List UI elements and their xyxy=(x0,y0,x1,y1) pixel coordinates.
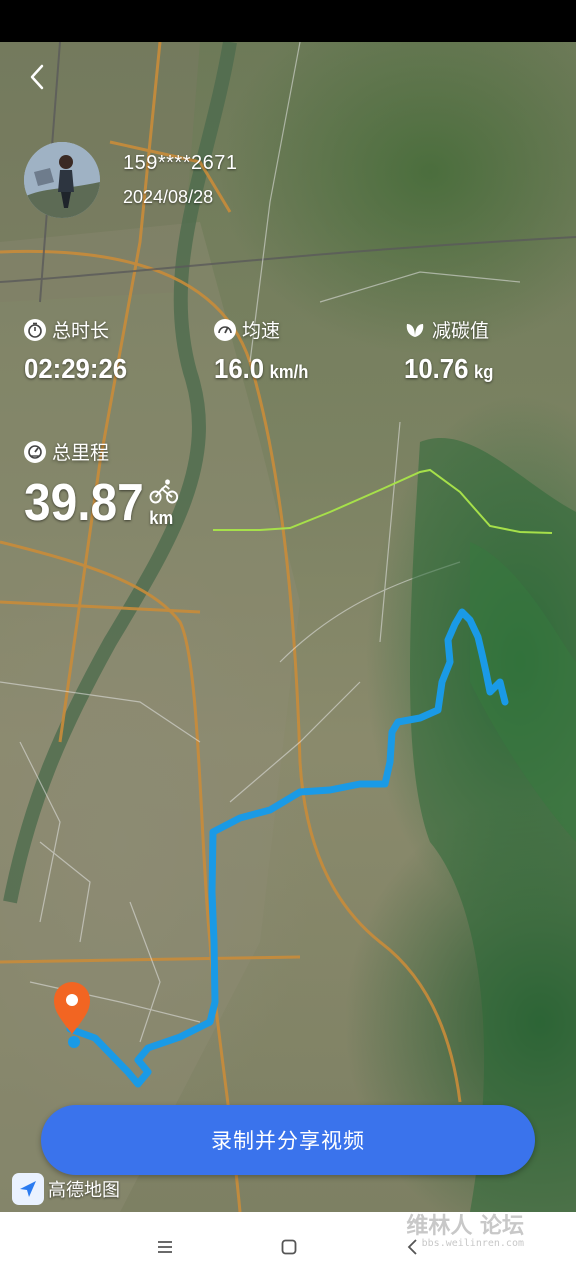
stat-value: 02:29:26 xyxy=(24,353,128,384)
stat-label: 总里程 xyxy=(52,442,110,464)
stopwatch-icon xyxy=(24,318,46,341)
stat-label: 总时长 xyxy=(52,320,110,342)
stat-value: 10.76 xyxy=(404,353,469,384)
stat-unit: km/h xyxy=(269,362,309,382)
stat-unit: km xyxy=(149,508,174,528)
watermark: 维林人 论坛 bbs.weilinren.com xyxy=(406,1215,524,1249)
back-button[interactable] xyxy=(22,62,52,92)
record-share-video-button[interactable]: 录制并分享视频 xyxy=(41,1105,535,1175)
watermark-title: 维林人 论坛 xyxy=(406,1213,524,1239)
leaf-icon xyxy=(404,321,426,339)
avatar-image xyxy=(24,142,100,218)
stat-total-time: 总时长 02:29:26 xyxy=(24,316,136,385)
stat-label: 均速 xyxy=(242,320,281,342)
menu-icon xyxy=(158,1241,172,1253)
map-provider-name: 高德地图 xyxy=(48,1180,120,1201)
status-bar xyxy=(0,0,576,42)
stat-unit: kg xyxy=(473,362,494,382)
ride-date: 2024/08/28 xyxy=(123,187,214,207)
home-square-icon xyxy=(281,1239,297,1255)
chevron-left-icon xyxy=(30,64,44,90)
stat-distance: 总里程 39.87 km xyxy=(24,438,192,533)
stat-avg-speed: 均速 16.0 km/h xyxy=(214,316,317,385)
odometer-icon xyxy=(24,440,46,463)
cycling-icon xyxy=(149,479,179,504)
stat-value: 39.87 xyxy=(24,474,144,532)
stat-label: 减碳值 xyxy=(432,320,490,342)
avatar[interactable] xyxy=(24,142,100,218)
amap-logo-icon xyxy=(12,1173,44,1205)
stat-carbon: 减碳值 10.76 kg xyxy=(404,316,501,385)
watermark-subtitle: bbs.weilinren.com xyxy=(421,1238,524,1249)
map-provider-logo: 高德地图 xyxy=(12,1173,120,1205)
map-background xyxy=(0,42,576,1212)
stat-value: 16.0 xyxy=(214,353,265,384)
user-phone: 159****2671 xyxy=(123,152,238,174)
map-view[interactable] xyxy=(0,42,576,1212)
speedometer-icon xyxy=(214,318,236,341)
nav-home-button[interactable] xyxy=(276,1234,302,1260)
nav-menu-button[interactable] xyxy=(152,1234,178,1260)
